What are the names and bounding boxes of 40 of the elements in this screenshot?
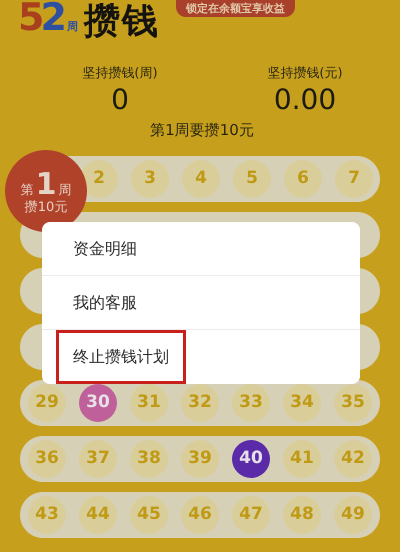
menu-item[interactable]: 资金明细 (56, 222, 154, 276)
stat-label: 坚持攒钱(周) (82, 66, 158, 82)
week-number[interactable]: 5 (233, 160, 271, 198)
menu-item[interactable]: 终止攒钱计划 (56, 330, 186, 384)
stat-value: 0.00 (274, 82, 336, 118)
week-number[interactable]: 49 (334, 496, 372, 534)
badge-prefix: 第 (20, 183, 34, 199)
week-number[interactable]: 38 (130, 440, 168, 478)
week-number[interactable]: 31 (130, 384, 168, 422)
stat-label: 坚持攒钱(元) (267, 66, 343, 82)
week-number[interactable]: 7 (335, 160, 373, 198)
week-number[interactable]: 39 (181, 440, 219, 478)
week-number[interactable]: 48 (283, 496, 321, 534)
week-number[interactable]: 35 (334, 384, 372, 422)
app-title: 攒钱 (84, 2, 160, 42)
menu-item[interactable]: 我的客服 (56, 276, 154, 330)
week-number[interactable]: 43 (28, 496, 66, 534)
week-number[interactable]: 45 (130, 496, 168, 534)
week-number[interactable]: 32 (181, 384, 219, 422)
week-number[interactable]: 37 (79, 440, 117, 478)
week-number[interactable]: 3 (131, 160, 169, 198)
week-number[interactable]: 30 (79, 384, 117, 422)
badge-unit: 周 (58, 183, 72, 199)
week-number[interactable]: 40 (232, 440, 270, 478)
promo-bubble: 锁定在余额宝享收益 (176, 0, 295, 17)
week-number[interactable]: 41 (283, 440, 321, 478)
week-number[interactable]: 29 (28, 384, 66, 422)
week-number[interactable]: 42 (334, 440, 372, 478)
week-number[interactable]: 36 (28, 440, 66, 478)
badge-amount: 攒10元 (24, 199, 68, 217)
week-number[interactable]: 33 (232, 384, 270, 422)
stat-value: 0 (111, 82, 129, 118)
week-number[interactable]: 46 (181, 496, 219, 534)
weekly-goal: 第1周要攒10元 (149, 120, 255, 140)
week-number[interactable]: 4 (182, 160, 220, 198)
week-number[interactable]: 6 (284, 160, 322, 198)
week-number[interactable]: 34 (283, 384, 321, 422)
week-number[interactable]: 44 (79, 496, 117, 534)
week-number[interactable]: 47 (232, 496, 270, 534)
badge-week: 1 (36, 171, 56, 199)
